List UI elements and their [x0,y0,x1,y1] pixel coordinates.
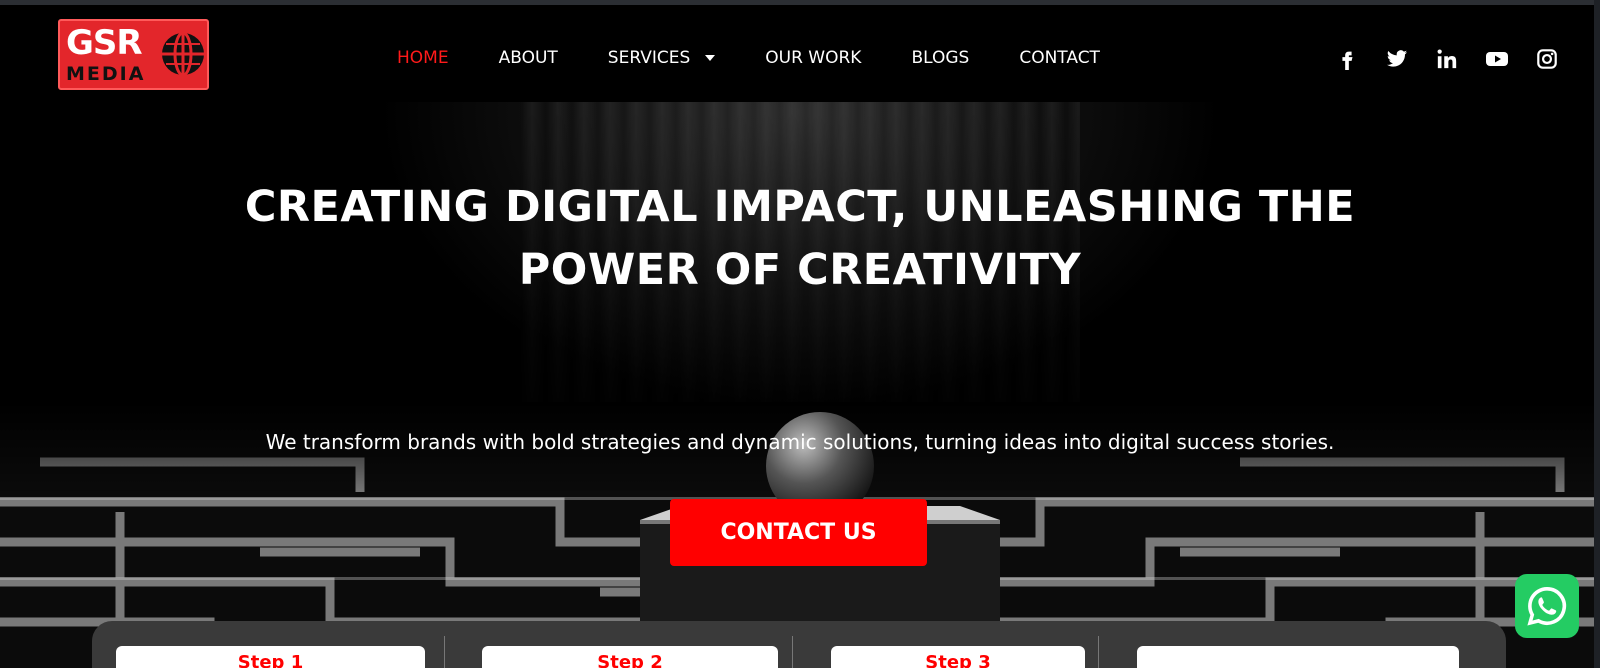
step-card-2[interactable]: Step 2 [482,646,778,668]
twitter-icon[interactable] [1385,47,1409,71]
hero-title-line-2: POWER OF CREATIVITY [518,245,1082,295]
step-divider [792,636,793,668]
hero-title-line-1: CREATING DIGITAL IMPACT, UNLEASHING THE [244,182,1356,232]
nav-item-services[interactable]: SERVICES [607,48,716,68]
nav-item-blogs[interactable]: BLOGS [911,48,969,68]
hero-subtitle: We transform brands with bold strategies… [265,430,1335,454]
main-nav: HOME ABOUT SERVICES OUR WORK BLOGS CONTA… [397,43,1150,73]
nav-item-contact[interactable]: CONTACT [1019,48,1100,68]
logo-text-bottom: MEDIA [66,63,146,85]
nav-item-label: HOME [397,48,449,68]
step-divider [1098,636,1099,668]
globe-icon [162,31,204,77]
step-divider [444,636,445,668]
nav-item-label: CONTACT [1019,48,1100,68]
step-card-1[interactable]: Step 1 [116,646,425,668]
step-card-3[interactable]: Step 3 [831,646,1085,668]
instagram-icon[interactable] [1535,47,1559,71]
site-header: GSR MEDIA HOME ABOUT SERVICES OUR WORK B… [0,5,1594,102]
nav-item-label: SERVICES [607,48,691,68]
social-links [1335,47,1559,71]
contact-us-button[interactable]: CONTACT US [670,499,927,566]
nav-item-about[interactable]: ABOUT [499,48,558,68]
hero-section: CREATING DIGITAL IMPACT, UNLEASHING THE … [0,102,1594,668]
chevron-down-icon [705,55,716,61]
steps-panel: Step 1 Step 2 Step 3 [92,621,1506,668]
nav-item-label: OUR WORK [765,48,862,68]
window-scrollbar-track[interactable] [1594,0,1600,668]
hero-title: CREATING DIGITAL IMPACT, UNLEASHING THE … [200,176,1400,302]
step-card-4[interactable] [1137,646,1459,668]
nav-item-label: BLOGS [911,48,970,68]
step-label: Step 2 [597,652,663,668]
step-label: Step 3 [925,652,991,668]
nav-item-label: ABOUT [498,48,558,68]
step-label: Step 1 [237,652,304,668]
whatsapp-icon[interactable] [1515,574,1579,638]
brand-logo[interactable]: GSR MEDIA [58,19,209,90]
logo-text-top: GSR [66,23,143,63]
facebook-icon[interactable] [1335,47,1359,71]
nav-item-home[interactable]: HOME [397,48,449,68]
linkedin-icon[interactable] [1435,47,1459,71]
youtube-icon[interactable] [1485,47,1509,71]
nav-item-our-work[interactable]: OUR WORK [765,48,861,68]
